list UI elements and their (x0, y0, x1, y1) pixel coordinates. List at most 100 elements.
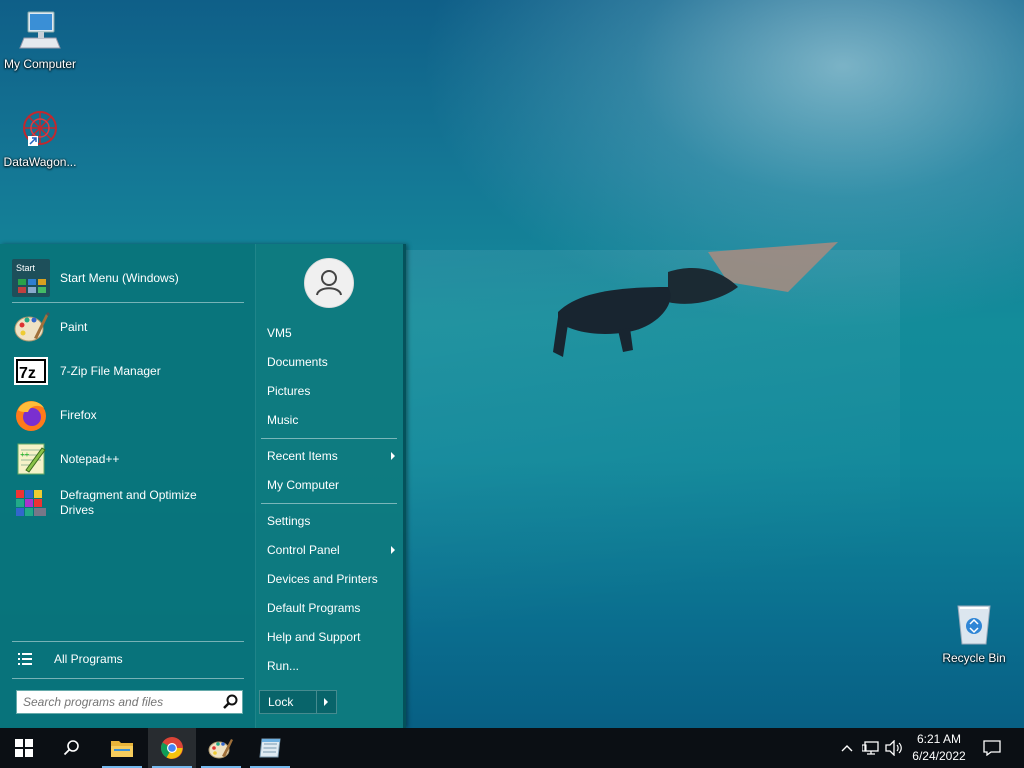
search-box (16, 690, 243, 714)
start-menu-item-firefox[interactable]: Firefox (12, 395, 248, 435)
taskbar-file-explorer[interactable] (98, 728, 146, 768)
recycle-bin-icon (957, 605, 991, 645)
submenu-arrow-icon (391, 546, 395, 554)
all-programs-label: All Programs (54, 652, 123, 666)
desktop-icon-label: My Computer (3, 57, 77, 71)
taskbar-paint[interactable] (197, 728, 245, 768)
taskbar-search-button[interactable] (48, 728, 96, 768)
places-item-control-panel[interactable]: Control Panel (267, 539, 399, 561)
start-menu-item-notepadpp[interactable]: ++ Notepad++ (12, 439, 248, 479)
places-item-label: Settings (267, 514, 311, 528)
svg-text:7z: 7z (19, 365, 36, 382)
submenu-arrow-icon (391, 452, 395, 460)
search-input[interactable] (17, 692, 220, 712)
places-item-label: Control Panel (267, 543, 340, 557)
start-menu-edge (403, 244, 406, 728)
start-menu-item-label: Firefox (60, 407, 97, 422)
volume-tray-button[interactable] (883, 728, 905, 768)
clock-time: 6:21 AM (916, 732, 962, 746)
divider (261, 503, 397, 504)
start-menu-icon: Start (12, 259, 50, 297)
divider (261, 438, 397, 439)
places-item-settings[interactable]: Settings (267, 510, 399, 532)
start-menu-item-label: Paint (60, 319, 88, 334)
places-item-label: Help and Support (267, 630, 361, 644)
show-hidden-icons-button[interactable] (836, 728, 858, 768)
start-menu: Start Start Menu (Windows) Paint 7z 7-Zi… (0, 244, 406, 728)
places-item-run[interactable]: Run... (267, 655, 399, 677)
places-item-devices-printers[interactable]: Devices and Printers (267, 568, 399, 590)
lock-options-button[interactable] (317, 691, 336, 713)
volume-icon (885, 740, 902, 756)
desktop-icon-recycle-bin[interactable]: Recycle Bin (934, 602, 1014, 665)
start-menu-item-label: Notepad++ (60, 451, 120, 466)
places-item-label: VM5 (267, 326, 292, 340)
places-item-label: Devices and Printers (267, 572, 378, 586)
desktop-icon-datawagon[interactable]: DataWagon... (0, 106, 80, 169)
start-menu-item-label: Defragment and Optimize Drives (60, 488, 197, 517)
network-tray-button[interactable] (860, 728, 882, 768)
places-item-help-support[interactable]: Help and Support (267, 626, 399, 648)
places-item-my-computer[interactable]: My Computer (267, 474, 399, 496)
search-icon (63, 740, 79, 756)
taskbar: 6:21 AM 6/24/2022 (0, 728, 1024, 768)
notepad-icon (259, 738, 281, 758)
places-item-label: My Computer (267, 478, 340, 492)
action-center-button[interactable] (978, 728, 1006, 768)
desktop-icon-label: DataWagon... (3, 155, 77, 169)
divider (12, 641, 244, 642)
list-icon (18, 653, 32, 665)
places-item-documents[interactable]: Documents (267, 351, 399, 373)
places-item-label: Pictures (267, 384, 311, 398)
start-menu-item-paint[interactable]: Paint (12, 307, 248, 347)
paint-icon (14, 312, 50, 342)
places-item-pictures[interactable]: Pictures (267, 380, 399, 402)
start-menu-programs-pane: Start Start Menu (Windows) Paint 7z 7-Zi… (0, 244, 255, 728)
places-item-label: Music (267, 413, 299, 427)
submenu-arrow-icon (324, 698, 329, 706)
user-icon (316, 270, 342, 296)
places-item-label: Run... (267, 659, 300, 673)
lock-button[interactable]: Lock (260, 695, 316, 709)
defrag-icon (16, 490, 46, 516)
clock-date: 6/24/2022 (912, 749, 966, 763)
windows-start-icon (15, 739, 33, 757)
7zip-icon: 7z (14, 357, 48, 385)
places-item-label: Recent Items (267, 449, 338, 463)
search-icon[interactable] (220, 691, 242, 713)
notepadpp-icon: ++ (17, 443, 46, 475)
divider (12, 302, 244, 303)
places-item-user[interactable]: VM5 (267, 322, 399, 344)
desktop-icon-label: Recycle Bin (942, 651, 1006, 665)
action-center-icon (983, 740, 1001, 756)
start-menu-item-defrag[interactable]: Defragment and Optimize Drives (12, 483, 248, 523)
all-programs-button[interactable]: All Programs (18, 648, 248, 670)
taskbar-notepad[interactable] (246, 728, 294, 768)
chevron-up-icon (841, 745, 853, 752)
lock-split-button: Lock (259, 690, 337, 714)
chrome-icon (161, 737, 183, 759)
start-button[interactable] (0, 728, 48, 768)
start-menu-item-label: 7-Zip File Manager (60, 363, 161, 378)
places-item-default-programs[interactable]: Default Programs (267, 597, 399, 619)
places-item-recent-items[interactable]: Recent Items (267, 445, 399, 467)
places-item-music[interactable]: Music (267, 409, 399, 431)
taskbar-chrome[interactable] (148, 728, 196, 768)
start-menu-item-7zip[interactable]: 7z 7-Zip File Manager (12, 351, 248, 391)
places-item-label: Default Programs (267, 601, 361, 615)
paint-icon (208, 739, 233, 759)
datawagon-icon (23, 111, 57, 146)
network-icon (862, 741, 879, 755)
start-menu-item-label: Start Menu (Windows) (60, 270, 179, 285)
svg-text:++: ++ (20, 450, 30, 459)
wallpaper-diver (553, 242, 838, 357)
computer-icon (19, 11, 61, 49)
firefox-icon (16, 401, 46, 431)
user-avatar[interactable] (304, 258, 354, 308)
file-explorer-icon (111, 741, 133, 757)
taskbar-clock[interactable]: 6:21 AM 6/24/2022 (906, 731, 972, 765)
svg-text:Start: Start (16, 263, 36, 273)
desktop-icon-my-computer[interactable]: My Computer (0, 8, 80, 71)
places-item-label: Documents (267, 355, 328, 369)
start-menu-item-pinned[interactable]: Start Start Menu (Windows) (12, 258, 248, 298)
